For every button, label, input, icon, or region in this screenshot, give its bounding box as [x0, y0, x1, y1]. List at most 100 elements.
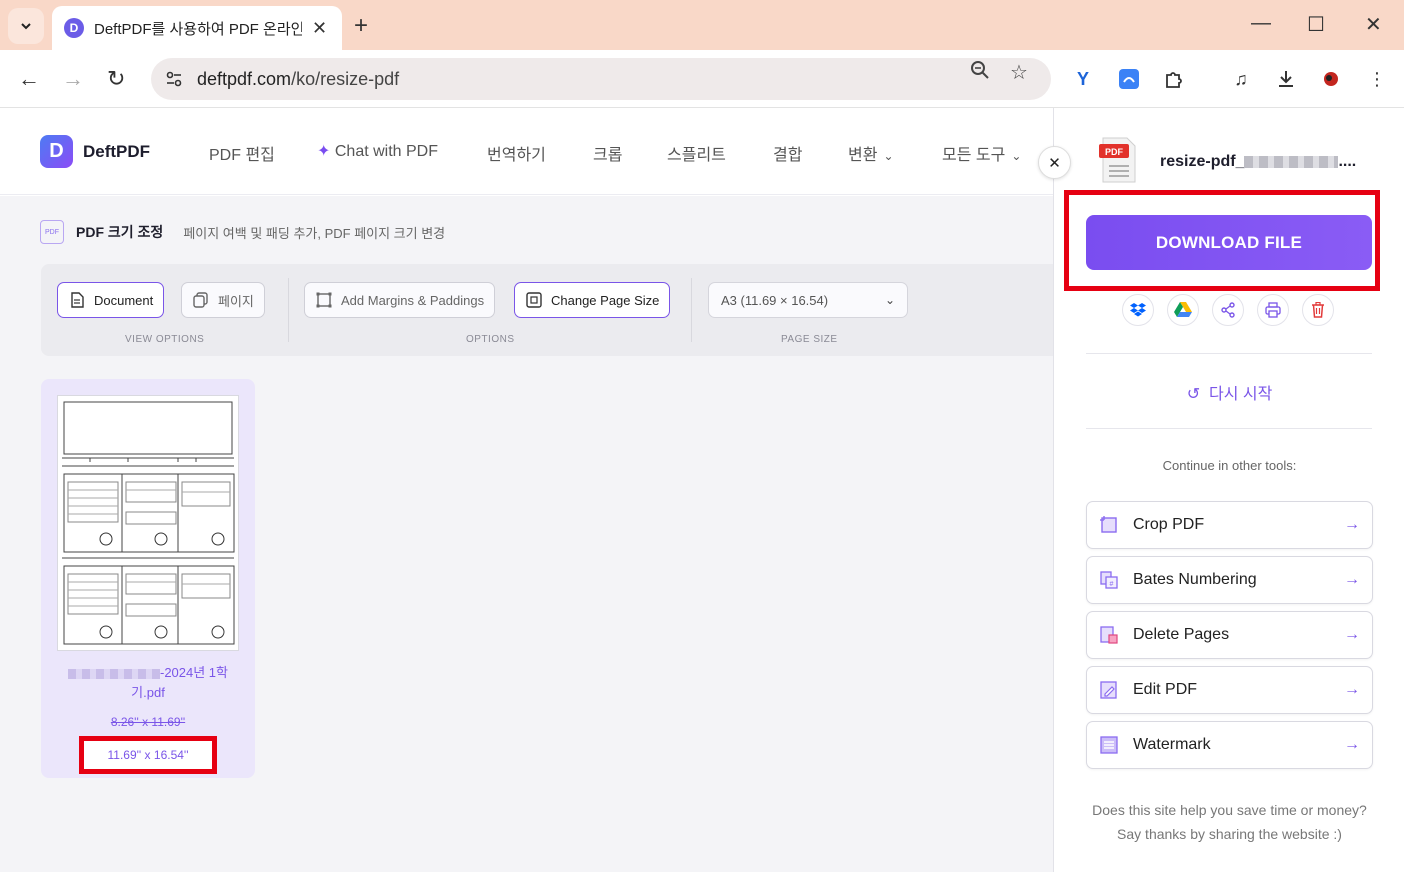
pages-icon — [192, 291, 210, 309]
watermark-icon — [1100, 736, 1118, 754]
tool-heading: PDF PDF 크기 조정 페이지 여백 및 패딩 추가, PDF 페이지 크기… — [40, 220, 445, 244]
pdf-file-icon: PDF — [40, 220, 64, 244]
minimize-button[interactable]: — — [1251, 12, 1271, 35]
arrow-right-icon: → — [1344, 571, 1360, 588]
nav-all-tools[interactable]: 모든 도구 ⌄ — [942, 141, 1021, 165]
original-size: 8.26'' x 11.69'' — [110, 715, 186, 729]
arrow-right-icon: → — [1344, 681, 1360, 698]
address-bar[interactable]: deftpdf.com/ko/resize-pdf — [151, 58, 1051, 100]
nav-crop[interactable]: 크롭 — [593, 141, 622, 165]
nav-split[interactable]: 스플리트 — [667, 141, 726, 165]
view-pages-button[interactable]: 페이지 — [181, 282, 265, 318]
file-name: -2024년 1학 기.pdf — [55, 663, 241, 703]
browser-tab[interactable]: D DeftPDF를 사용하여 PDF 온라인 ✕ — [52, 6, 342, 50]
back-button[interactable]: ← — [18, 66, 40, 92]
document-icon — [68, 291, 86, 309]
browser-toolbar: ← → ↻ deftpdf.com/ko/resize-pdf ☆ Y ♫ ⋮ — [0, 50, 1404, 108]
edit-icon — [1100, 681, 1117, 699]
margins-icon — [315, 291, 333, 309]
svg-text:#: # — [1110, 581, 1114, 588]
site-header: D DeftPDF PDF 편집 ✦ Chat with PDF 번역하기 크롭… — [0, 108, 1055, 195]
tool-title: PDF 크기 조정 — [76, 224, 164, 240]
page-size-select[interactable]: A3 (11.69 × 16.54) ⌄ — [708, 282, 908, 318]
browser-menu-icon[interactable]: ⋮ — [1365, 67, 1389, 91]
site-info-icon[interactable] — [163, 68, 185, 90]
options-label: OPTIONS — [466, 334, 515, 345]
google-drive-icon[interactable] — [1167, 294, 1199, 326]
chevron-down-icon: ⌄ — [883, 149, 894, 163]
tab-search-button[interactable] — [8, 8, 44, 44]
add-margins-button[interactable]: Add Margins & Paddings — [304, 282, 496, 318]
media-control-icon[interactable]: ♫ — [1229, 67, 1253, 91]
arrow-right-icon: → — [1344, 736, 1360, 753]
file-card[interactable]: -2024년 1학 기.pdf 8.26'' x 11.69'' 11.69''… — [41, 379, 255, 778]
tool-subtitle: 페이지 여백 및 패딩 추가, PDF 페이지 크기 변경 — [183, 225, 446, 241]
resize-icon — [525, 291, 543, 309]
new-size-highlight: 11.69'' x 16.54'' — [79, 736, 217, 774]
view-document-button[interactable]: Document — [57, 282, 165, 318]
tab-close-icon[interactable]: ✕ — [312, 18, 327, 39]
arrow-right-icon: → — [1344, 626, 1360, 643]
result-panel: ✕ PDF resize-pdf_.... DOWNLOAD FILE ↺ 다시… — [1038, 108, 1404, 872]
form-block — [63, 473, 235, 553]
page-thumbnail — [57, 395, 239, 651]
tool-delete-pages[interactable]: Delete Pages → — [1086, 611, 1373, 659]
tool-crop-pdf[interactable]: Crop PDF → — [1086, 501, 1373, 549]
share-thanks-text: Does this site help you save time or mon… — [1092, 802, 1367, 842]
close-icon: ✕ — [1048, 154, 1061, 172]
new-tab-button[interactable]: + — [354, 12, 368, 40]
close-window-button[interactable]: ✕ — [1365, 12, 1382, 37]
bates-icon: # — [1100, 571, 1118, 589]
url-text: deftpdf.com/ko/resize-pdf — [197, 68, 400, 89]
start-over-link[interactable]: ↺ 다시 시작 — [1054, 380, 1404, 404]
redacted-text — [67, 668, 160, 679]
nav-convert[interactable]: 변환 ⌄ — [848, 141, 894, 165]
chevron-down-icon: ⌄ — [1011, 149, 1022, 163]
maximize-button[interactable]: ☐ — [1307, 12, 1325, 37]
extensions-puzzle-icon[interactable] — [1162, 67, 1186, 91]
chevron-down-icon: ⌄ — [884, 293, 895, 307]
sparkle-icon: ✦ — [317, 143, 331, 160]
dropbox-icon[interactable] — [1122, 294, 1154, 326]
browser-titlebar: D DeftPDF를 사용하여 PDF 온라인 ✕ + — ☐ ✕ — [0, 0, 1404, 50]
page-size-label: PAGE SIZE — [781, 334, 838, 345]
tool-watermark[interactable]: Watermark → — [1086, 721, 1373, 769]
divider — [691, 278, 692, 342]
tool-bates-numbering[interactable]: # Bates Numbering → — [1086, 556, 1373, 604]
new-size: 11.69'' x 16.54'' — [107, 748, 189, 762]
logo-text: DeftPDF — [83, 141, 151, 161]
nav-edit-pdf[interactable]: PDF 편집 — [209, 141, 275, 165]
tool-edit-pdf[interactable]: Edit PDF → — [1086, 666, 1373, 714]
favicon: D — [64, 18, 84, 38]
download-file-button[interactable]: DOWNLOAD FILE — [1086, 215, 1372, 270]
site-logo[interactable]: D DeftPDF — [40, 135, 150, 168]
nav-chat-with-pdf[interactable]: ✦ Chat with PDF — [317, 141, 438, 161]
undo-icon: ↺ — [1186, 386, 1201, 403]
redacted-text — [1244, 155, 1339, 168]
divider — [1086, 428, 1372, 429]
nav-merge[interactable]: 결합 — [773, 141, 802, 165]
share-actions — [1122, 294, 1334, 326]
nav-translate[interactable]: 번역하기 — [487, 141, 546, 165]
share-icon[interactable] — [1212, 294, 1244, 326]
divider — [288, 278, 289, 342]
extension-y-icon[interactable]: Y — [1071, 67, 1095, 91]
continue-label: Continue in other tools: — [1162, 458, 1297, 473]
zoom-icon[interactable] — [970, 60, 990, 86]
downloads-icon[interactable] — [1274, 67, 1298, 91]
bookmark-star-icon[interactable]: ☆ — [1010, 60, 1028, 85]
print-icon[interactable] — [1257, 294, 1289, 326]
change-page-size-button[interactable]: Change Page Size — [514, 282, 671, 318]
svg-text:PDF: PDF — [1105, 147, 1124, 157]
chevron-down-icon — [21, 23, 31, 30]
divider — [1086, 353, 1372, 354]
reload-button[interactable]: ↻ — [107, 66, 125, 92]
tab-title: DeftPDF를 사용하여 PDF 온라인 — [94, 20, 302, 38]
extension-wifi-icon[interactable] — [1117, 67, 1141, 91]
profile-avatar[interactable] — [1319, 67, 1343, 91]
options-bar: Document 페이지 VIEW OPTIONS Add Margins & … — [41, 264, 1055, 356]
forward-button[interactable]: → — [62, 66, 84, 92]
close-panel-button[interactable]: ✕ — [1038, 146, 1071, 179]
trash-icon[interactable] — [1302, 294, 1334, 326]
main-area: PDF PDF 크기 조정 페이지 여백 및 패딩 추가, PDF 페이지 크기… — [0, 196, 1055, 872]
